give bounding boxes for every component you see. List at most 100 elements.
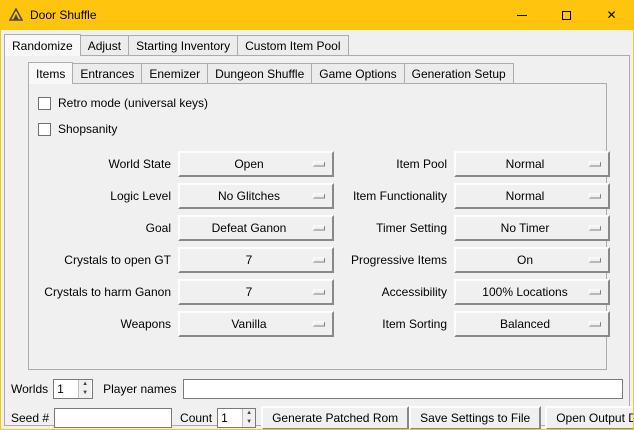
dropdown-goal[interactable]: Defeat Ganon — [178, 215, 334, 241]
spinner-down-icon[interactable]: ▼ — [243, 418, 255, 427]
tab-custom-item-pool[interactable]: Custom Item Pool — [237, 35, 348, 55]
dropdown-indicator-icon — [313, 258, 325, 263]
dropdown-item-functionality[interactable]: Normal — [454, 183, 610, 209]
dropdown-world-state[interactable]: Open — [178, 151, 334, 177]
close-button[interactable]: ✕ — [589, 0, 634, 30]
seed-label: Seed # — [11, 411, 49, 425]
minimize-icon — [517, 15, 527, 16]
window-body: Randomize Adjust Starting Inventory Cust… — [1, 30, 633, 429]
maximize-button[interactable] — [544, 0, 589, 30]
dropdown-weapons[interactable]: Vanilla — [178, 311, 334, 337]
timer-setting-value: No Timer — [501, 221, 564, 235]
dropdown-crystals-harm-ganon[interactable]: 7 — [178, 279, 334, 305]
dropdown-progressive-items[interactable]: On — [454, 247, 610, 273]
dropdown-accessibility[interactable]: 100% Locations — [454, 279, 610, 305]
label-item-sorting: Item Sorting — [339, 317, 449, 331]
randomize-panel: Items Entrances Enemizer Dungeon Shuffle… — [4, 55, 630, 426]
retro-mode-checkbox-row[interactable]: Retro mode (universal keys) — [38, 93, 606, 113]
tab-entrances[interactable]: Entrances — [72, 63, 142, 83]
world-state-value: Open — [234, 157, 277, 171]
tab-generation-setup[interactable]: Generation Setup — [404, 63, 514, 83]
dropdown-crystals-open-gt[interactable]: 7 — [178, 247, 334, 273]
dropdown-indicator-icon — [589, 258, 601, 263]
tab-dungeon-shuffle[interactable]: Dungeon Shuffle — [207, 63, 312, 83]
shopsanity-checkbox[interactable] — [38, 123, 51, 136]
progressive-items-value: On — [517, 253, 547, 267]
worlds-spinner[interactable]: ▲▼ — [53, 379, 93, 399]
item-functionality-value: Normal — [506, 189, 559, 203]
worlds-spinner-arrows[interactable]: ▲▼ — [78, 380, 91, 398]
options-grid: World State Open Item Pool Normal Logic … — [35, 151, 606, 337]
crystals-open-gt-value: 7 — [246, 253, 267, 267]
item-sorting-value: Balanced — [500, 317, 564, 331]
generate-row: Seed # Count ▲▼ Generate Patched Rom Sav… — [11, 406, 623, 429]
label-goal: Goal — [35, 221, 173, 235]
shopsanity-checkbox-row[interactable]: Shopsanity — [38, 119, 606, 139]
retro-mode-checkbox[interactable] — [38, 97, 51, 110]
dropdown-item-pool[interactable]: Normal — [454, 151, 610, 177]
weapons-value: Vanilla — [231, 317, 280, 331]
worlds-input[interactable] — [54, 380, 78, 398]
dropdown-indicator-icon — [313, 322, 325, 327]
worlds-label: Worlds — [11, 382, 48, 396]
item-pool-value: Normal — [506, 157, 559, 171]
shopsanity-label: Shopsanity — [58, 122, 117, 136]
label-logic-level: Logic Level — [35, 189, 173, 203]
dropdown-indicator-icon — [313, 290, 325, 295]
label-item-functionality: Item Functionality — [339, 189, 449, 203]
label-progressive-items: Progressive Items — [339, 253, 449, 267]
accessibility-value: 100% Locations — [482, 285, 581, 299]
titlebar: Door Shuffle ✕ — [0, 0, 634, 30]
app-window: Door Shuffle ✕ Randomize Adjust Starting… — [0, 0, 634, 430]
tab-randomize[interactable]: Randomize — [4, 34, 81, 56]
multiworld-row: Worlds ▲▼ Player names — [11, 378, 623, 400]
dropdown-logic-level[interactable]: No Glitches — [178, 183, 334, 209]
count-label: Count — [180, 411, 212, 425]
crystals-harm-ganon-value: 7 — [246, 285, 267, 299]
retro-mode-label: Retro mode (universal keys) — [58, 96, 208, 110]
dropdown-indicator-icon — [589, 322, 601, 327]
app-icon — [8, 7, 24, 23]
count-spinner-arrows[interactable]: ▲▼ — [242, 409, 255, 427]
outer-tab-bar: Randomize Adjust Starting Inventory Cust… — [4, 33, 633, 55]
tab-adjust[interactable]: Adjust — [80, 35, 129, 55]
goal-value: Defeat Ganon — [212, 221, 301, 235]
dropdown-timer-setting[interactable]: No Timer — [454, 215, 610, 241]
generate-patched-rom-button[interactable]: Generate Patched Rom — [261, 406, 409, 429]
label-world-state: World State — [35, 157, 173, 171]
items-panel: Retro mode (universal keys) Shopsanity W… — [28, 83, 607, 370]
dropdown-item-sorting[interactable]: Balanced — [454, 311, 610, 337]
spinner-up-icon[interactable]: ▲ — [79, 380, 91, 389]
label-accessibility: Accessibility — [339, 285, 449, 299]
tab-enemizer[interactable]: Enemizer — [141, 63, 208, 83]
dropdown-indicator-icon — [313, 162, 325, 167]
label-crystals-open-gt: Crystals to open GT — [35, 253, 173, 267]
dropdown-indicator-icon — [313, 194, 325, 199]
save-settings-button[interactable]: Save Settings to File — [409, 406, 541, 429]
minimize-button[interactable] — [499, 0, 544, 30]
label-crystals-harm-ganon: Crystals to harm Ganon — [35, 285, 173, 299]
label-weapons: Weapons — [35, 317, 173, 331]
tab-game-options[interactable]: Game Options — [311, 63, 404, 83]
window-title: Door Shuffle — [30, 8, 97, 22]
dropdown-indicator-icon — [589, 290, 601, 295]
window-controls: ✕ — [499, 0, 634, 30]
spinner-down-icon[interactable]: ▼ — [79, 389, 91, 398]
open-output-directory-button[interactable]: Open Output Directory — [545, 406, 633, 429]
dropdown-indicator-icon — [589, 162, 601, 167]
spinner-up-icon[interactable]: ▲ — [243, 409, 255, 418]
label-item-pool: Item Pool — [339, 157, 449, 171]
inner-tab-bar: Items Entrances Enemizer Dungeon Shuffle… — [28, 61, 629, 83]
close-icon: ✕ — [606, 9, 616, 21]
count-input[interactable] — [218, 409, 242, 427]
player-names-input[interactable] — [183, 379, 624, 399]
dropdown-indicator-icon — [589, 226, 601, 231]
seed-input[interactable] — [54, 408, 172, 428]
label-timer-setting: Timer Setting — [339, 221, 449, 235]
maximize-icon — [562, 11, 571, 20]
dropdown-indicator-icon — [313, 226, 325, 231]
tab-items[interactable]: Items — [28, 62, 73, 84]
logic-level-value: No Glitches — [218, 189, 294, 203]
count-spinner[interactable]: ▲▼ — [217, 408, 256, 428]
tab-starting-inventory[interactable]: Starting Inventory — [128, 35, 238, 55]
